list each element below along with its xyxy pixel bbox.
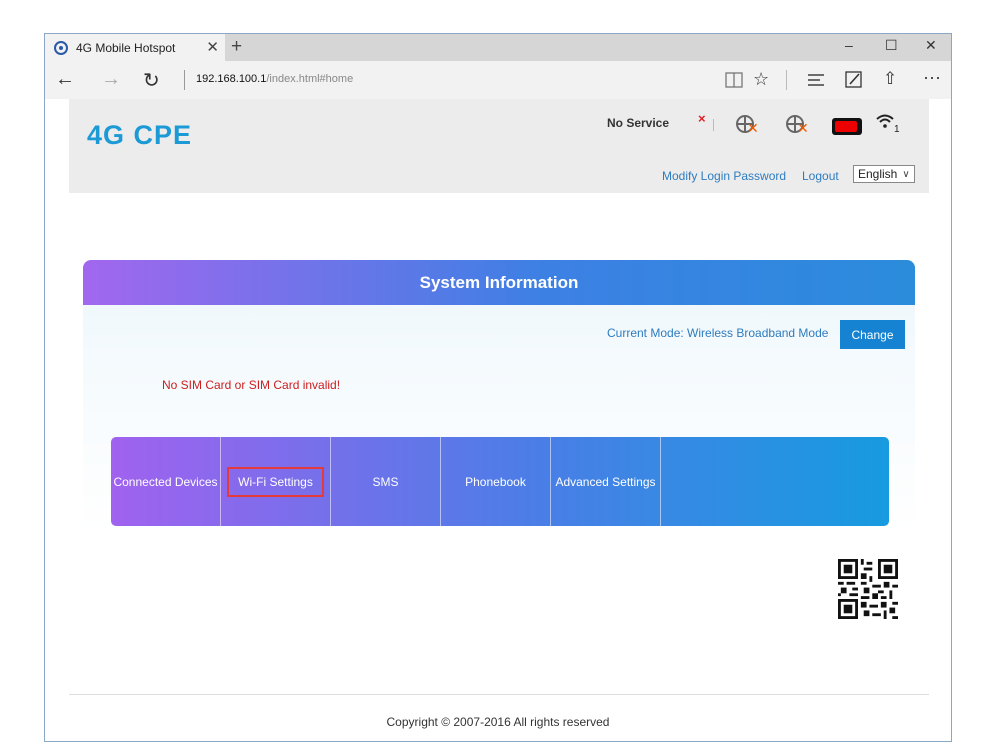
more-icon[interactable]: ··· <box>923 67 941 88</box>
address-bar-row: ← → ↻ 192.168.100.1/index.html#home ☆ ⇧ … <box>45 61 951 99</box>
site-favicon-icon <box>54 40 68 55</box>
url-field[interactable]: 192.168.100.1/index.html#home <box>196 73 353 85</box>
modify-password-link[interactable]: Modify Login Password <box>662 169 786 183</box>
forward-icon[interactable]: → <box>101 68 121 91</box>
reading-view-icon[interactable] <box>725 72 743 88</box>
sim-error-message: No SIM Card or SIM Card invalid! <box>162 378 341 392</box>
minimize-button[interactable]: – <box>845 37 853 53</box>
maximize-button[interactable]: ☐ <box>885 37 898 54</box>
address-divider <box>184 70 185 90</box>
hub-icon[interactable] <box>808 73 824 87</box>
main-menu: Connected Devices Wi-Fi Settings SMS Pho… <box>111 437 889 526</box>
sim-status-x-icon: × <box>698 111 706 126</box>
favorite-star-icon[interactable]: ☆ <box>753 69 769 90</box>
menu-filler <box>661 437 889 526</box>
router-header: 4G CPE No Service × ✕ ✕ 1 Modify Login P… <box>69 99 929 193</box>
menu-item-label: Connected Devices <box>113 474 218 489</box>
menu-phonebook[interactable]: Phonebook <box>441 437 551 526</box>
logout-link[interactable]: Logout <box>802 169 839 183</box>
close-window-button[interactable]: ✕ <box>925 37 937 54</box>
wifi-icon <box>875 113 895 134</box>
share-icon[interactable]: ⇧ <box>883 69 897 89</box>
menu-item-label: Phonebook <box>465 474 526 489</box>
battery-icon <box>832 118 862 135</box>
browser-window: 4G Mobile Hotspot ✕ + – ☐ ✕ ← → ↻ 192.16… <box>44 33 952 742</box>
language-value: English <box>858 167 898 181</box>
chevron-down-icon: ∨ <box>902 168 910 180</box>
menu-item-label: Wi-Fi Settings <box>227 466 324 497</box>
panel-title: System Information <box>419 272 579 292</box>
url-path: /index.html#home <box>266 73 354 85</box>
panel-title-bar: System Information <box>83 260 915 305</box>
browser-tab[interactable]: 4G Mobile Hotspot ✕ <box>45 34 225 61</box>
brand-logo: 4G CPE <box>87 120 193 150</box>
tab-close-icon[interactable]: ✕ <box>206 38 219 56</box>
menu-connected-devices[interactable]: Connected Devices <box>111 437 221 526</box>
service-status: No Service <box>607 116 670 130</box>
change-mode-button[interactable]: Change <box>840 320 905 349</box>
network-disconnected-x-icon: ✕ <box>747 120 759 136</box>
menu-item-label: SMS <box>372 474 399 489</box>
copyright-text: Copyright © 2007-2016 All rights reserve… <box>386 715 610 729</box>
toolbar-divider <box>786 70 787 90</box>
web-note-icon[interactable] <box>845 71 863 89</box>
back-icon[interactable]: ← <box>55 68 75 91</box>
url-host: 192.168.100.1 <box>196 73 267 85</box>
page-content: 4G CPE No Service × ✕ ✕ 1 Modify Login P… <box>45 99 951 741</box>
browser-titlebar: 4G Mobile Hotspot ✕ + – ☐ ✕ <box>45 34 951 61</box>
menu-advanced-settings[interactable]: Advanced Settings <box>551 437 661 526</box>
signal-bar-icon <box>713 119 714 131</box>
refresh-icon[interactable]: ↻ <box>143 68 160 93</box>
language-select[interactable]: English ∨ <box>853 165 915 183</box>
new-tab-button[interactable]: + <box>231 36 242 58</box>
menu-wifi-settings[interactable]: Wi-Fi Settings <box>221 437 331 526</box>
current-mode-label: Current Mode: Wireless Broadband Mode <box>607 326 829 340</box>
system-info-panel: System Information Current Mode: Wireles… <box>83 260 915 626</box>
tab-title: 4G Mobile Hotspot <box>76 40 176 55</box>
qr-code-icon <box>838 559 898 619</box>
footer-divider <box>69 694 929 695</box>
menu-sms[interactable]: SMS <box>331 437 441 526</box>
menu-item-label: Advanced Settings <box>555 474 656 489</box>
internet-disconnected-x-icon: ✕ <box>797 120 809 136</box>
wifi-client-count: 1 <box>894 124 900 135</box>
